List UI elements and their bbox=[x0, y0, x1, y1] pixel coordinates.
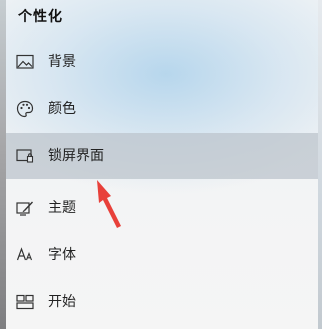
nav-item-label: 背景 bbox=[48, 54, 76, 70]
nav-item-background[interactable]: 背景 bbox=[6, 39, 318, 85]
nav-item-colors[interactable]: 颜色 bbox=[6, 86, 318, 132]
nav-item-label: 开始 bbox=[48, 294, 76, 310]
nav-item-label: 主题 bbox=[48, 200, 76, 216]
theme-icon bbox=[15, 198, 35, 218]
panel-title: 个性化 bbox=[18, 9, 63, 25]
nav-item-fonts[interactable]: 字体 bbox=[6, 232, 318, 278]
screenshot-stage: 个性化 背景 颜色 锁屏界面 主题 字体 开始 bbox=[0, 0, 322, 329]
nav-item-label: 颜色 bbox=[48, 101, 76, 117]
nav-item-label: 字体 bbox=[48, 247, 76, 263]
picture-icon bbox=[15, 52, 35, 72]
nav-item-themes[interactable]: 主题 bbox=[6, 185, 318, 231]
palette-icon bbox=[15, 99, 35, 119]
nav-item-start[interactable]: 开始 bbox=[6, 279, 318, 325]
start-icon bbox=[15, 292, 35, 312]
nav-item-label: 锁屏界面 bbox=[48, 148, 104, 164]
nav-item-lock-screen[interactable]: 锁屏界面 bbox=[6, 133, 318, 179]
settings-nav-panel: 个性化 背景 颜色 锁屏界面 主题 字体 开始 bbox=[6, 0, 318, 329]
lock-screen-icon bbox=[15, 146, 35, 166]
font-icon bbox=[15, 245, 35, 265]
